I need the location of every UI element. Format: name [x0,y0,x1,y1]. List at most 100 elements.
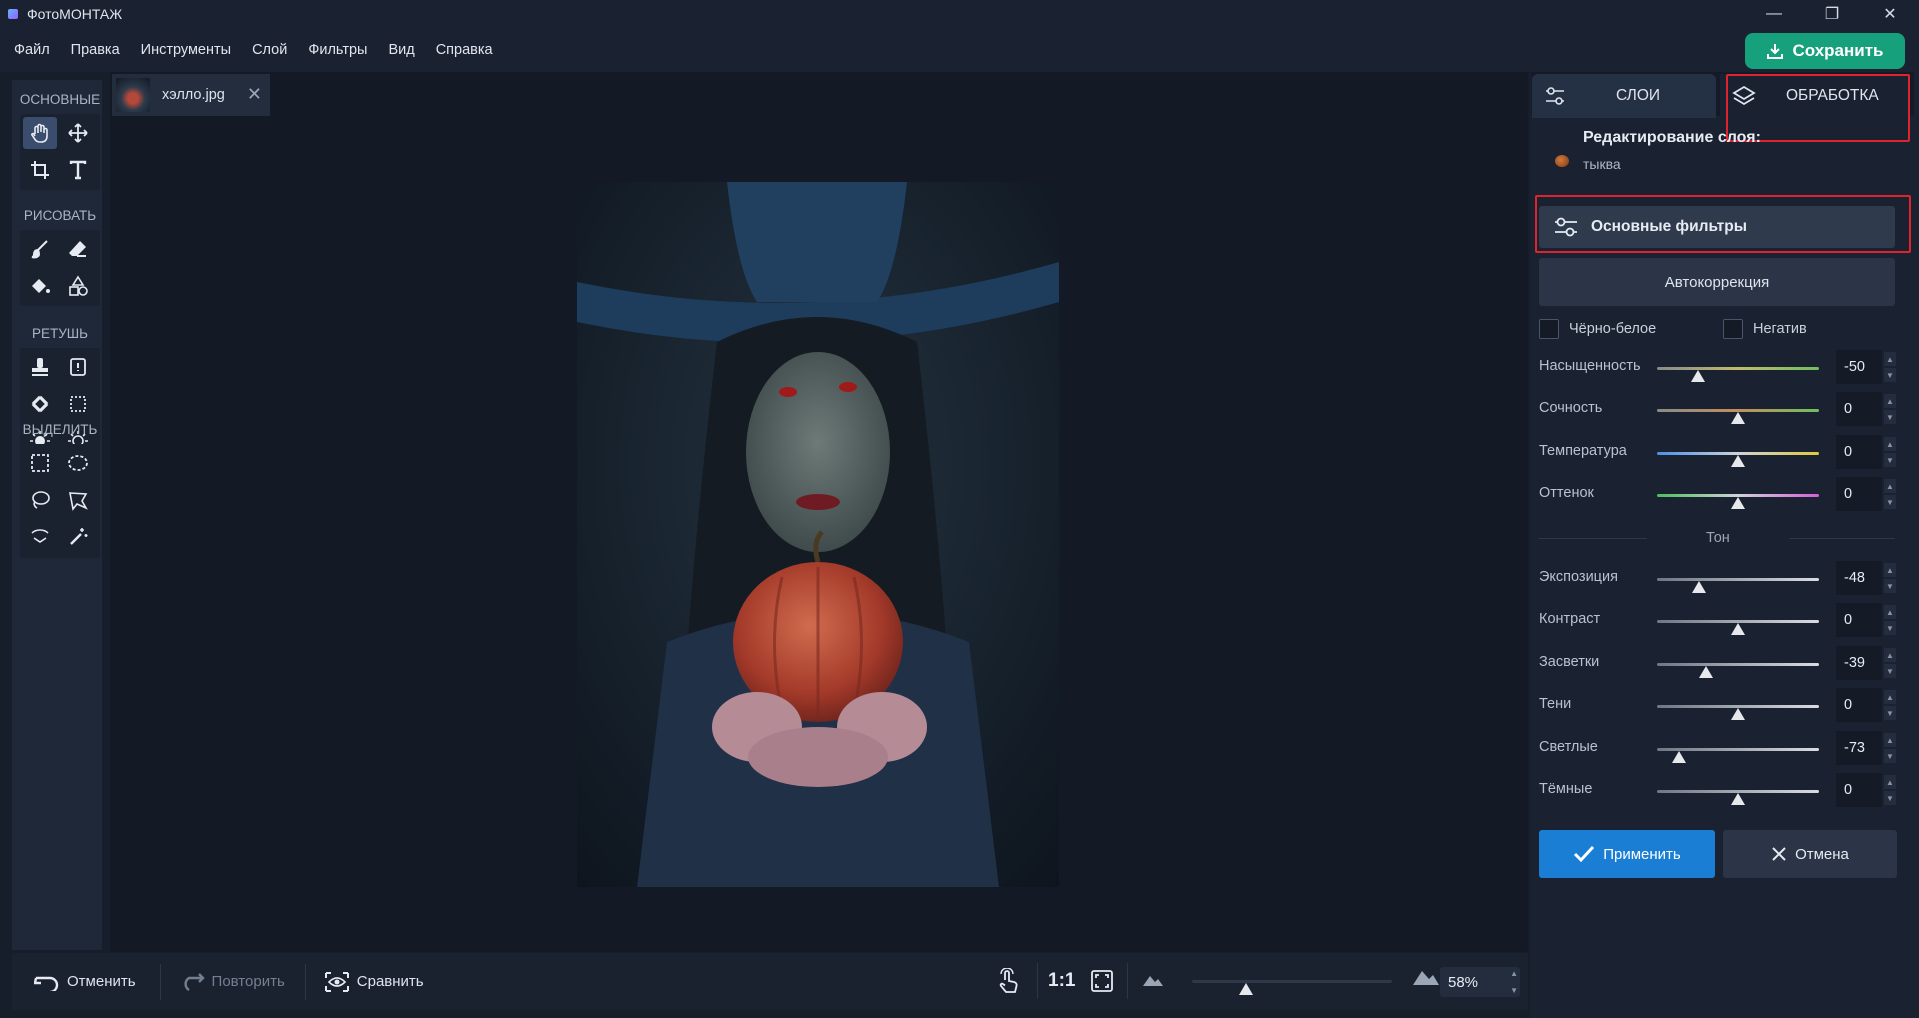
spin-down-icon[interactable]: ▼ [1884,453,1896,467]
close-window-button[interactable]: ✕ [1861,0,1919,28]
move-tool-button[interactable] [61,117,95,149]
zoom-down-icon[interactable]: ▼ [1510,986,1518,995]
menu-file[interactable]: Файл [14,42,50,58]
zoom-value-field[interactable]: 58% ▲ ▼ [1440,967,1520,997]
hand-tool-button[interactable] [23,117,57,149]
menu-filters[interactable]: Фильтры [308,42,367,58]
redo-button[interactable]: Повторить [179,972,285,991]
spin-up-icon[interactable]: ▲ [1884,352,1896,366]
rect-select-button[interactable] [23,447,57,479]
brush-tool-button[interactable] [23,233,57,265]
slider-value-field[interactable]: 0 [1836,603,1882,637]
cancel-button[interactable]: Отмена [1723,830,1897,878]
zoom-up-icon[interactable]: ▲ [1510,969,1518,978]
zoom-out-icon[interactable] [1142,973,1164,992]
menu-tools[interactable]: Инструменты [141,42,231,58]
stamp-tool-button[interactable] [23,351,57,383]
slider-value-field[interactable]: -39 [1836,646,1882,680]
spin-up-icon[interactable]: ▲ [1884,479,1896,493]
tab-layers[interactable]: СЛОИ [1532,74,1716,118]
spin-up-icon[interactable]: ▲ [1884,648,1896,662]
slider-value-field[interactable]: -73 [1836,731,1882,765]
maximize-button[interactable]: ❐ [1803,0,1861,28]
healing-tool-button[interactable] [23,388,57,420]
magic-wand-button[interactable] [61,521,95,553]
spin-up-icon[interactable]: ▲ [1884,394,1896,408]
slider-value-field[interactable]: -48 [1836,561,1882,595]
spin-down-icon[interactable]: ▼ [1884,706,1896,720]
slider-value-field[interactable]: 0 [1836,688,1882,722]
lasso-select-button[interactable] [23,484,57,516]
bw-checkbox[interactable] [1539,319,1559,339]
menu-help[interactable]: Справка [436,42,493,58]
spin-up-icon[interactable]: ▲ [1884,733,1896,747]
spin-down-icon[interactable]: ▼ [1884,621,1896,635]
text-tool-button[interactable] [61,154,95,186]
bw-checkbox-row[interactable]: Чёрно-белое [1539,319,1656,339]
slider-thumb[interactable] [1731,793,1745,805]
spin-up-icon[interactable]: ▲ [1884,605,1896,619]
apply-button[interactable]: Применить [1539,830,1715,878]
move-icon [68,123,88,143]
photo-canvas[interactable] [577,182,1059,887]
zoom-in-icon[interactable] [1412,968,1440,991]
slider-thumb[interactable] [1731,455,1745,467]
menu-layer[interactable]: Слой [252,42,287,58]
zoom-slider-track[interactable] [1192,980,1392,983]
autocorrection-button[interactable]: Автокоррекция [1539,258,1895,306]
spin-down-icon[interactable]: ▼ [1884,495,1896,509]
spin-down-icon[interactable]: ▼ [1884,368,1896,382]
patch-tool-button[interactable] [61,351,95,383]
negative-checkbox-row[interactable]: Негатив [1723,319,1807,339]
fill-tool-button[interactable] [23,270,57,302]
magnetic-select-button[interactable] [23,521,57,553]
slider-track[interactable] [1657,578,1819,581]
negative-checkbox[interactable] [1723,319,1743,339]
slider-value-field[interactable]: 0 [1836,773,1882,807]
slider-thumb[interactable] [1731,708,1745,720]
compare-button[interactable]: Сравнить [324,971,424,993]
fit-screen-icon[interactable] [1090,969,1114,998]
slider-track[interactable] [1657,367,1819,370]
save-button[interactable]: Сохранить [1745,33,1905,69]
spin-down-icon[interactable]: ▼ [1884,749,1896,763]
actual-size-button[interactable]: 1:1 [1048,970,1075,992]
slider-value-field[interactable]: 0 [1836,392,1882,426]
eraser-tool-button[interactable] [61,233,95,265]
frame-tool-button[interactable] [61,388,95,420]
spin-down-icon[interactable]: ▼ [1884,664,1896,678]
crop-tool-button[interactable] [23,154,57,186]
slider-thumb[interactable] [1671,751,1686,763]
menu-edit[interactable]: Правка [71,42,120,58]
slider-value-field[interactable]: 0 [1836,477,1882,511]
slider-thumb[interactable] [1731,412,1745,424]
spin-up-icon[interactable]: ▲ [1884,563,1896,577]
slider-value-field[interactable]: -50 [1836,350,1882,384]
polygon-select-button[interactable] [61,484,95,516]
slider-value-field[interactable]: 0 [1836,435,1882,469]
spin-down-icon[interactable]: ▼ [1884,410,1896,424]
document-tab[interactable]: хэлло.jpg ✕ [112,74,270,116]
close-tab-icon[interactable]: ✕ [247,84,262,105]
spin-up-icon[interactable]: ▲ [1884,690,1896,704]
slider-thumb[interactable] [1699,666,1714,678]
slider-thumb[interactable] [1690,370,1705,382]
spin-up-icon[interactable]: ▲ [1884,775,1896,789]
slider-track[interactable] [1657,663,1819,666]
eye-compare-icon [324,971,349,992]
slider-thumb[interactable] [1731,623,1745,635]
slider-row: Оттенок 0 ▲ ▼ [1539,477,1896,513]
title-bar: ФотоМОНТАЖ — ❐ ✕ [0,0,1919,28]
slider-thumb[interactable] [1731,497,1745,509]
zoom-slider-thumb[interactable] [1239,983,1253,995]
minimize-button[interactable]: — [1745,0,1803,28]
menu-view[interactable]: Вид [388,42,414,58]
touch-icon[interactable] [997,967,1021,999]
spin-down-icon[interactable]: ▼ [1884,579,1896,593]
ellipse-select-button[interactable] [61,447,95,479]
shapes-tool-button[interactable] [61,270,95,302]
slider-thumb[interactable] [1692,581,1707,593]
undo-button[interactable]: Отменить [34,973,136,991]
spin-down-icon[interactable]: ▼ [1884,791,1896,805]
spin-up-icon[interactable]: ▲ [1884,437,1896,451]
